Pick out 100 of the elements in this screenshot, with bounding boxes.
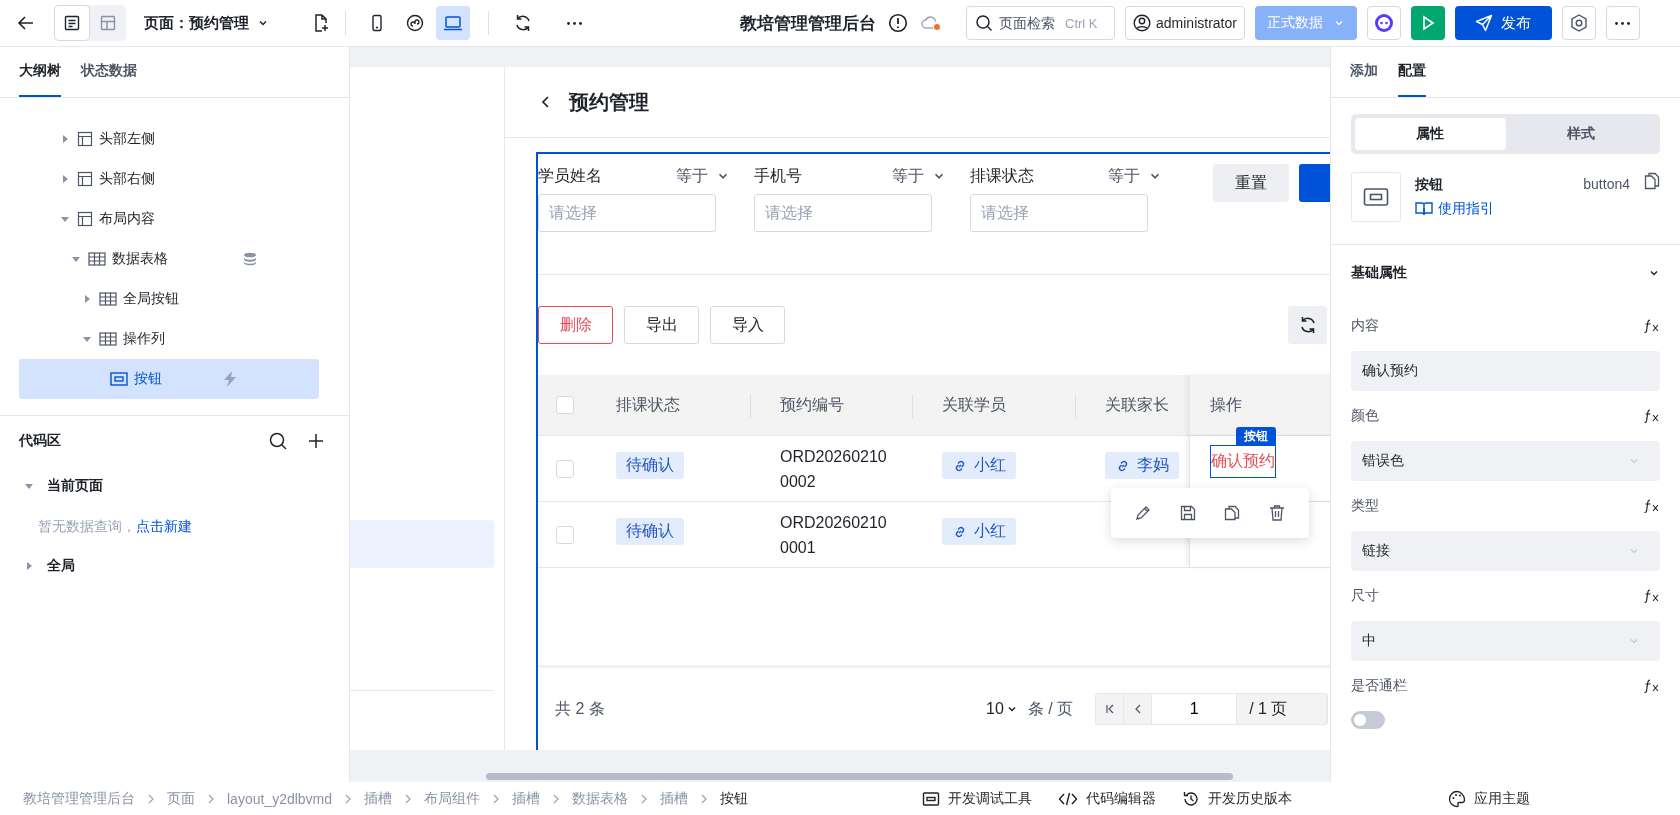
panel-tab[interactable]: 添加 bbox=[1350, 47, 1378, 97]
copy-icon[interactable] bbox=[1223, 504, 1242, 522]
paper-plane-icon bbox=[1475, 14, 1494, 32]
caret-right-icon[interactable] bbox=[61, 135, 69, 143]
pagination-control[interactable]: 1 / 1 页 bbox=[1095, 693, 1329, 725]
selection-badge: 按钮 bbox=[1236, 427, 1276, 446]
formula-icon[interactable] bbox=[1644, 319, 1660, 333]
student-link[interactable]: 小红 bbox=[942, 452, 1016, 479]
info-icon[interactable] bbox=[888, 13, 908, 33]
column-header: 关联家长 bbox=[1105, 394, 1169, 415]
search-icon[interactable] bbox=[268, 431, 288, 451]
formula-icon[interactable] bbox=[1644, 409, 1660, 423]
formula-icon[interactable] bbox=[1644, 589, 1660, 603]
reset-button[interactable]: 重置 bbox=[1213, 164, 1289, 202]
caret-down-icon[interactable] bbox=[83, 335, 91, 343]
panel-icon bbox=[922, 790, 940, 807]
property-select[interactable]: 链接 bbox=[1351, 531, 1660, 571]
caret-down-icon[interactable] bbox=[25, 482, 33, 490]
group-label[interactable]: 当前页面 bbox=[47, 477, 103, 495]
checkbox[interactable] bbox=[556, 396, 574, 414]
table-icon bbox=[99, 292, 117, 306]
outline-view-button[interactable] bbox=[54, 5, 90, 41]
filter-input[interactable]: 请选择 bbox=[970, 194, 1148, 232]
publish-button[interactable]: 发布 bbox=[1454, 6, 1552, 40]
tree-label: 头部左侧 bbox=[99, 130, 156, 148]
tree-item[interactable]: 操作列 bbox=[19, 319, 319, 359]
delete-icon[interactable] bbox=[1267, 504, 1286, 522]
caret-right-icon[interactable] bbox=[25, 562, 33, 570]
create-link[interactable]: 点击新建 bbox=[136, 518, 192, 534]
refresh-button[interactable] bbox=[1288, 306, 1327, 344]
column-header: 预约编号 bbox=[780, 394, 844, 415]
toggle-switch[interactable] bbox=[1351, 711, 1385, 729]
palette-icon bbox=[1448, 789, 1466, 808]
caret-down-icon[interactable] bbox=[61, 215, 69, 223]
tree-item[interactable]: 头部右侧 bbox=[19, 159, 319, 199]
toolbar-button[interactable]: 导入 bbox=[710, 306, 785, 344]
empty-message: 暂无数据查询，点击新建 bbox=[37, 517, 193, 536]
dev-tool-button[interactable]: 开发调试工具 bbox=[922, 789, 1032, 808]
user-button[interactable]: administrator bbox=[1125, 6, 1245, 40]
add-icon[interactable] bbox=[308, 433, 324, 449]
section-title: 基础属性 bbox=[1351, 264, 1407, 282]
page-selector[interactable]: 页面：预约管理 bbox=[144, 13, 269, 33]
first-page-icon bbox=[1104, 704, 1115, 714]
theme-button[interactable]: 应用主题 bbox=[1448, 789, 1530, 808]
caret-right-icon[interactable] bbox=[83, 295, 91, 303]
settings-button[interactable] bbox=[1561, 6, 1596, 40]
group-label[interactable]: 全局 bbox=[47, 557, 75, 575]
toolbar-button[interactable]: 删除 bbox=[538, 306, 613, 344]
operator-select[interactable]: 等于 bbox=[1108, 165, 1162, 187]
page-title: 预约管理 bbox=[569, 89, 649, 115]
copy-icon[interactable] bbox=[1644, 172, 1660, 190]
laptop-icon bbox=[443, 14, 463, 32]
guide-link[interactable]: 使用指引 bbox=[1415, 200, 1494, 218]
settings-icon bbox=[1568, 13, 1589, 33]
layout-icon bbox=[99, 14, 117, 32]
panel-tab[interactable]: 状态数据 bbox=[81, 47, 137, 97]
filter-input[interactable]: 请选择 bbox=[538, 194, 716, 232]
page-size-select[interactable]: 10 bbox=[986, 700, 1018, 718]
property-select[interactable]: 错误色 bbox=[1351, 441, 1660, 481]
history-icon bbox=[1182, 789, 1200, 808]
toolbar-button[interactable]: 导出 bbox=[624, 306, 699, 344]
property-select[interactable]: 中 bbox=[1351, 621, 1660, 661]
scrollbar[interactable] bbox=[486, 773, 1233, 780]
tree-item[interactable]: 全局按钮 bbox=[19, 279, 319, 319]
confirm-link[interactable]: 确认预约 bbox=[1210, 445, 1276, 478]
button-icon bbox=[110, 372, 128, 386]
assistant-button[interactable] bbox=[1366, 6, 1401, 40]
segment-tab[interactable]: 样式 bbox=[1505, 118, 1656, 150]
tree-item[interactable]: 布局内容 bbox=[19, 199, 319, 239]
checkbox[interactable] bbox=[556, 525, 574, 544]
filter-input[interactable]: 请选择 bbox=[754, 194, 932, 232]
tree-label: 操作列 bbox=[123, 330, 166, 348]
operator-select[interactable]: 等于 bbox=[676, 165, 730, 187]
more-icon[interactable] bbox=[567, 21, 582, 25]
dev-tool-button[interactable]: 代码编辑器 bbox=[1058, 789, 1156, 808]
panel-tab[interactable]: 配置 bbox=[1398, 47, 1426, 97]
more-icon bbox=[1615, 21, 1631, 25]
operator-select[interactable]: 等于 bbox=[892, 165, 946, 187]
checkbox[interactable] bbox=[556, 459, 574, 478]
book-icon bbox=[1415, 201, 1433, 217]
formula-icon[interactable] bbox=[1644, 679, 1660, 693]
property-label: 颜色 bbox=[1351, 407, 1379, 425]
caret-down-icon[interactable] bbox=[72, 255, 80, 263]
tree-item[interactable]: 按钮 bbox=[19, 359, 319, 399]
refresh-icon[interactable] bbox=[513, 13, 533, 33]
content-input[interactable]: 确认预约 bbox=[1351, 351, 1660, 391]
student-link[interactable]: 小红 bbox=[942, 518, 1016, 545]
user-icon bbox=[1133, 14, 1151, 32]
formula-icon[interactable] bbox=[1644, 499, 1660, 513]
caret-right-icon[interactable] bbox=[61, 175, 69, 183]
segment-tab[interactable]: 属性 bbox=[1355, 118, 1506, 150]
panel-tab[interactable]: 大纲树 bbox=[19, 47, 61, 97]
run-button[interactable] bbox=[1410, 6, 1445, 40]
dev-tool-button[interactable]: 开发历史版本 bbox=[1182, 789, 1292, 808]
tree-item[interactable]: 数据表格 bbox=[19, 239, 319, 279]
first-page-button[interactable] bbox=[1096, 694, 1125, 724]
parent-link[interactable]: 李妈 bbox=[1105, 452, 1179, 479]
tree-item[interactable]: 头部左侧 bbox=[19, 119, 319, 159]
save-icon[interactable] bbox=[1178, 504, 1197, 522]
breadcrumb-item[interactable]: 按钮 bbox=[720, 789, 749, 808]
